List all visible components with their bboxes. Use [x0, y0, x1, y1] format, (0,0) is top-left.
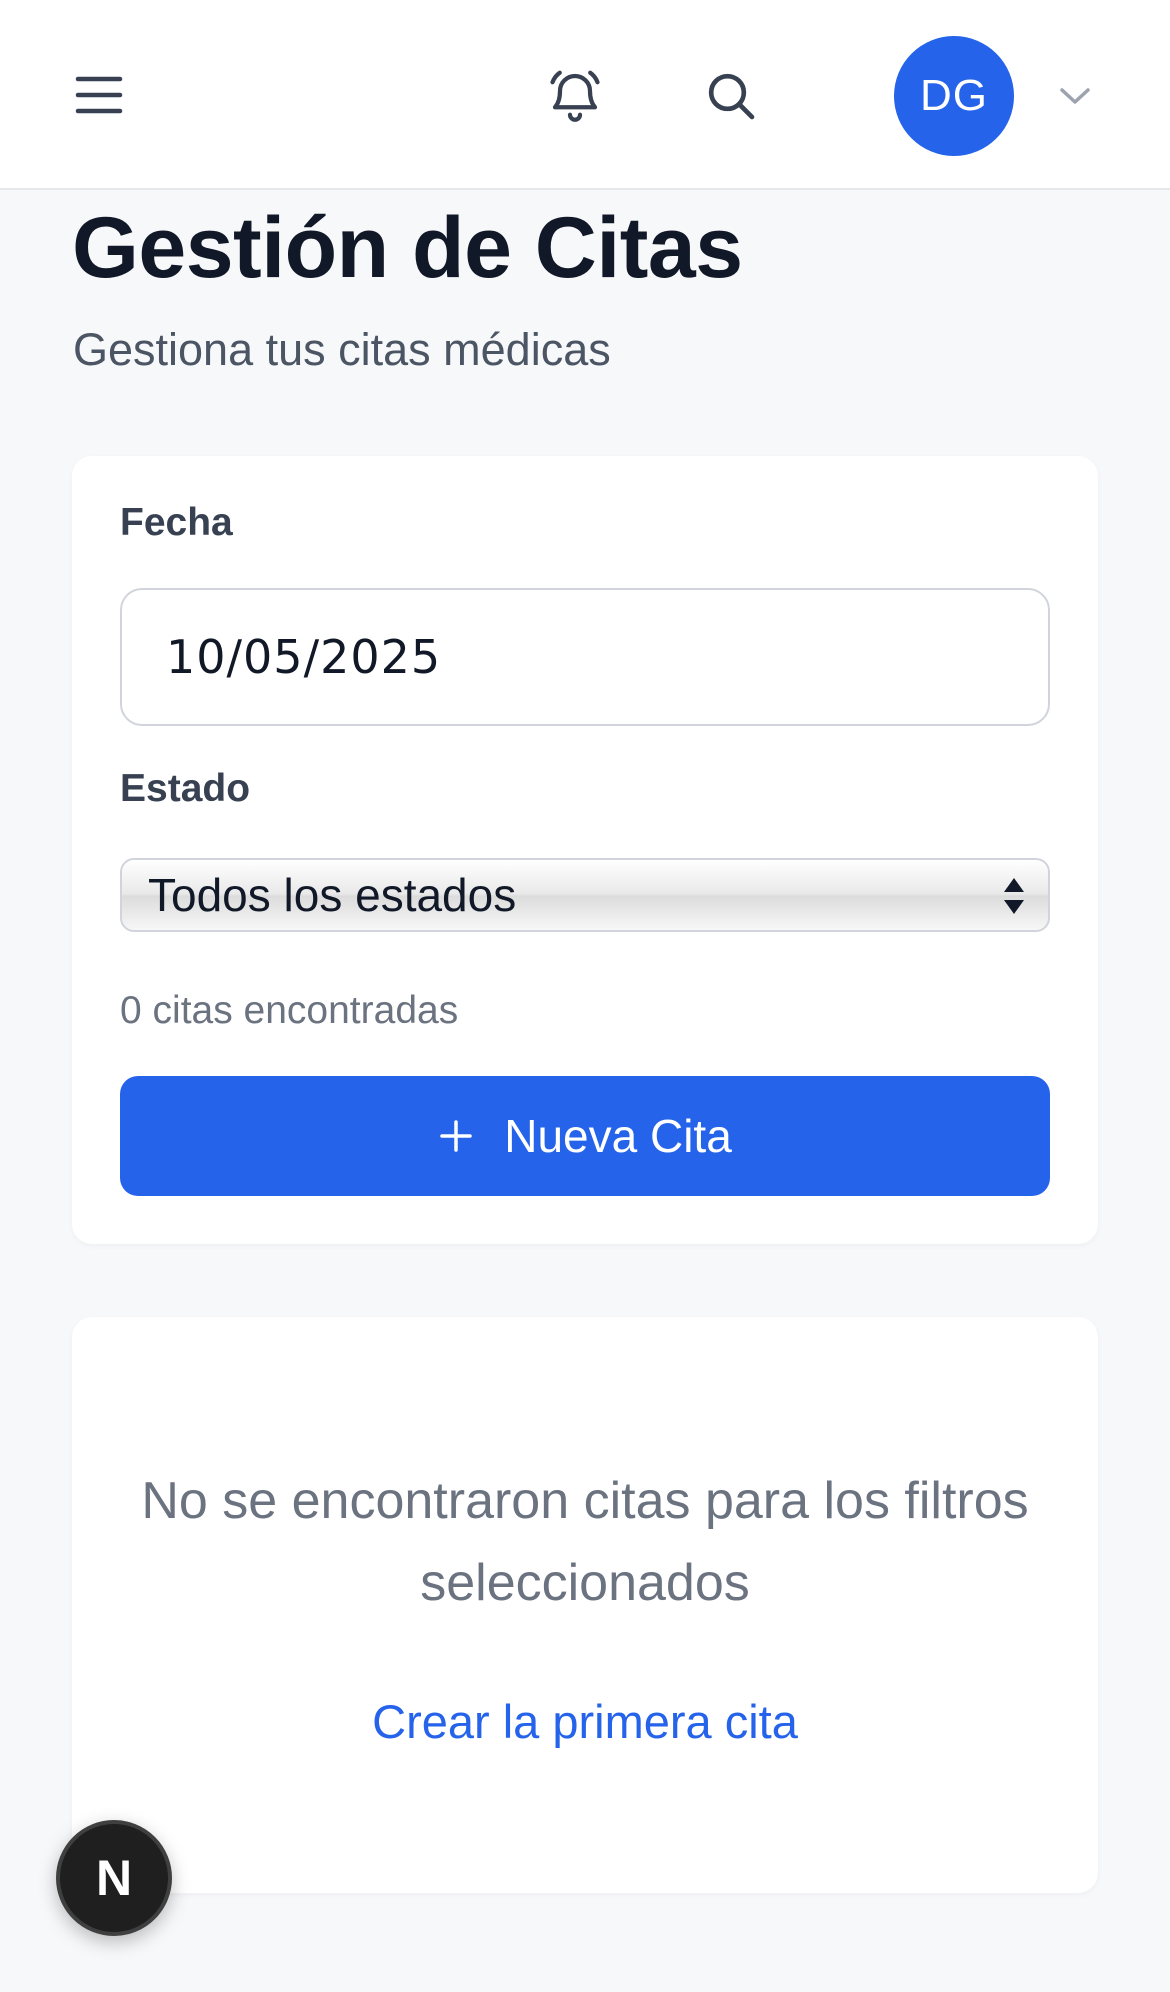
date-input[interactable]: 10/05/2025	[120, 588, 1050, 726]
page-subtitle: Gestiona tus citas médicas	[73, 324, 611, 375]
date-value: 10/05/2025	[166, 630, 442, 684]
status-label: Estado	[120, 767, 251, 810]
status-select[interactable]: Todos los estados	[120, 858, 1050, 932]
new-appointment-button[interactable]: Nueva Cita	[120, 1076, 1050, 1196]
select-arrows-icon	[1004, 878, 1024, 914]
user-menu-toggle[interactable]	[1055, 76, 1095, 116]
page-title: Gestión de Citas	[72, 200, 743, 296]
create-first-appointment-link[interactable]: Crear la primera cita	[72, 1692, 1098, 1752]
filter-card: Fecha 10/05/2025 Estado Todos los estado…	[72, 456, 1098, 1244]
avatar-initials: DG	[920, 71, 988, 120]
plus-icon	[438, 1118, 474, 1154]
notifications-button[interactable]	[545, 66, 605, 126]
menu-icon	[75, 76, 123, 114]
new-appointment-label: Nueva Cita	[504, 1110, 732, 1162]
date-label: Fecha	[120, 501, 233, 544]
floating-n-badge[interactable]: N	[56, 1820, 172, 1936]
bell-icon	[550, 70, 600, 122]
top-bar: DG	[0, 0, 1170, 190]
menu-button[interactable]	[72, 68, 126, 122]
result-count: 0 citas encontradas	[120, 989, 459, 1032]
search-button[interactable]	[701, 66, 761, 126]
user-avatar[interactable]: DG	[894, 36, 1014, 156]
search-icon	[708, 73, 755, 120]
empty-state-message: No se encontraron citas para los filtros…	[141, 1472, 1029, 1612]
empty-state-card: No se encontraron citas para los filtros…	[72, 1317, 1098, 1893]
status-selected-value: Todos los estados	[148, 869, 517, 921]
n-badge-letter: N	[95, 1850, 133, 1906]
chevron-down-icon	[1060, 88, 1090, 104]
